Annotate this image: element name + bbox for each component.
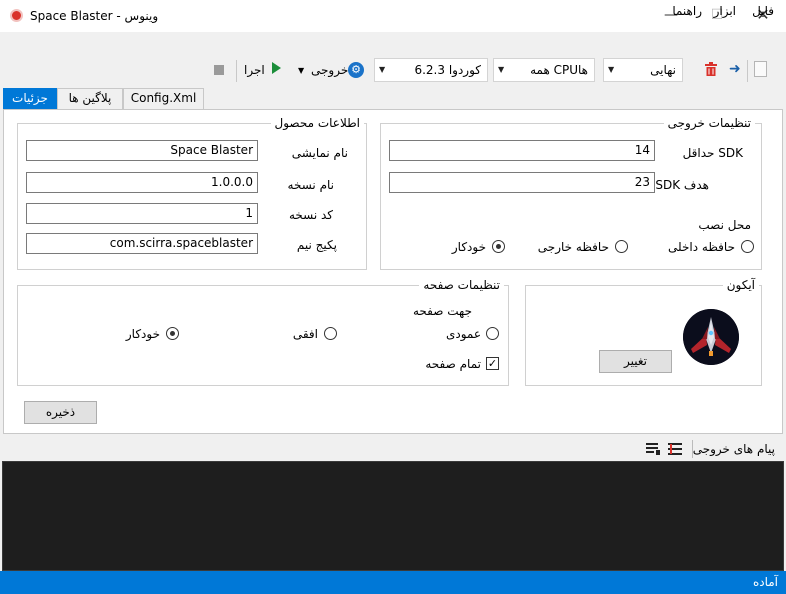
page-settings-title: تنظیمات صفحه — [419, 278, 504, 292]
toolbar-separator — [747, 60, 748, 82]
status-bar — [0, 571, 786, 594]
product-info-title: اطلاعات محصول — [270, 116, 364, 130]
cpu-select[interactable]: ▼ همه CPUها — [493, 58, 595, 82]
gear-icon[interactable]: ⚙ — [348, 62, 364, 78]
output-messages-title: پیام های خروجی — [692, 442, 775, 456]
min-sdk-label: حداقل SDK — [682, 146, 743, 160]
orientation-landscape-radio[interactable] — [324, 327, 337, 340]
output-settings-title: تنظیمات خروجی — [663, 116, 755, 130]
orientation-auto-label: خودکار — [125, 327, 160, 341]
chevron-down-icon: ▼ — [608, 65, 615, 74]
output-console[interactable] — [2, 461, 784, 571]
toolbar-separator — [236, 60, 237, 82]
target-sdk-field[interactable]: 23 — [389, 172, 655, 193]
list-icon[interactable] — [668, 443, 682, 455]
display-name-label: نام نمایشی — [291, 146, 348, 160]
spaceship-icon — [683, 309, 739, 365]
file-icon[interactable] — [754, 61, 767, 77]
output-separator — [692, 440, 693, 458]
fullscreen-label: تمام صفحه — [425, 357, 481, 371]
cordova-version-select[interactable]: ▼ کوردوا 6.2.3 — [374, 58, 488, 82]
app-icon — [10, 9, 23, 22]
menu-tools[interactable]: ابزار — [714, 4, 736, 18]
install-internal-label: حافظه داخلی — [668, 240, 735, 254]
tab-details[interactable]: جزئیات — [3, 88, 57, 109]
build-type-value: نهایی — [650, 63, 676, 77]
target-sdk-label: SDK هدف — [655, 178, 709, 192]
window-title: Space Blaster - وینوس — [30, 9, 159, 23]
build-type-select[interactable]: ▼ نهایی — [603, 58, 683, 82]
menu-file[interactable]: فایل — [752, 4, 774, 18]
fullscreen-checkbox[interactable]: ✓ — [486, 357, 499, 370]
orientation-auto-radio[interactable] — [166, 327, 179, 340]
cpu-value: همه CPUها — [530, 63, 588, 77]
install-internal-radio[interactable] — [741, 240, 754, 253]
version-code-field[interactable]: 1 — [26, 203, 258, 224]
arrow-right-icon[interactable]: ➜ — [729, 61, 741, 77]
chevron-down-icon: ▼ — [379, 65, 386, 74]
orientation-portrait-radio[interactable] — [486, 327, 499, 340]
tab-plugins[interactable]: پلاگین ها — [57, 88, 123, 109]
install-auto-label: خودکار — [451, 240, 486, 254]
package-name-label: پکیج نیم — [296, 238, 337, 252]
version-code-label: کد نسخه — [288, 208, 333, 222]
change-icon-button[interactable]: تغییر — [599, 350, 672, 373]
min-sdk-field[interactable]: 14 — [389, 140, 655, 161]
play-icon[interactable] — [272, 62, 281, 74]
icon-group-title: آیکون — [722, 278, 759, 292]
install-location-label: محل نصب — [698, 218, 751, 232]
menu-bar — [0, 32, 786, 54]
chevron-down-icon: ▼ — [498, 65, 505, 74]
chevron-down-icon[interactable]: ▼ — [298, 66, 304, 75]
run-button-label[interactable]: اجرا — [244, 63, 265, 77]
install-auto-radio[interactable] — [492, 240, 505, 253]
orientation-portrait-label: عمودی — [445, 327, 481, 341]
orientation-label: جهت صفحه — [413, 304, 472, 318]
list-clear-icon[interactable] — [646, 443, 660, 455]
install-external-label: حافظه خارجی — [537, 240, 609, 254]
stop-icon[interactable] — [214, 65, 224, 75]
version-name-field[interactable]: 1.0.0.0 — [26, 172, 258, 193]
install-external-radio[interactable] — [615, 240, 628, 253]
output-button-label[interactable]: خروجی — [311, 63, 348, 77]
status-text: آماده — [752, 575, 778, 589]
orientation-landscape-label: افقی — [292, 327, 318, 341]
save-button[interactable]: ذخیره — [24, 401, 97, 424]
menu-help[interactable]: راهنما — [672, 4, 702, 18]
cordova-version-value: کوردوا 6.2.3 — [414, 63, 481, 77]
tab-config-xml[interactable]: Config.Xml — [123, 88, 204, 109]
package-name-field[interactable]: com.scirra.spaceblaster — [26, 233, 258, 254]
display-name-field[interactable]: Space Blaster — [26, 140, 258, 161]
trash-icon[interactable] — [705, 62, 717, 76]
version-name-label: نام نسخه — [287, 178, 334, 192]
